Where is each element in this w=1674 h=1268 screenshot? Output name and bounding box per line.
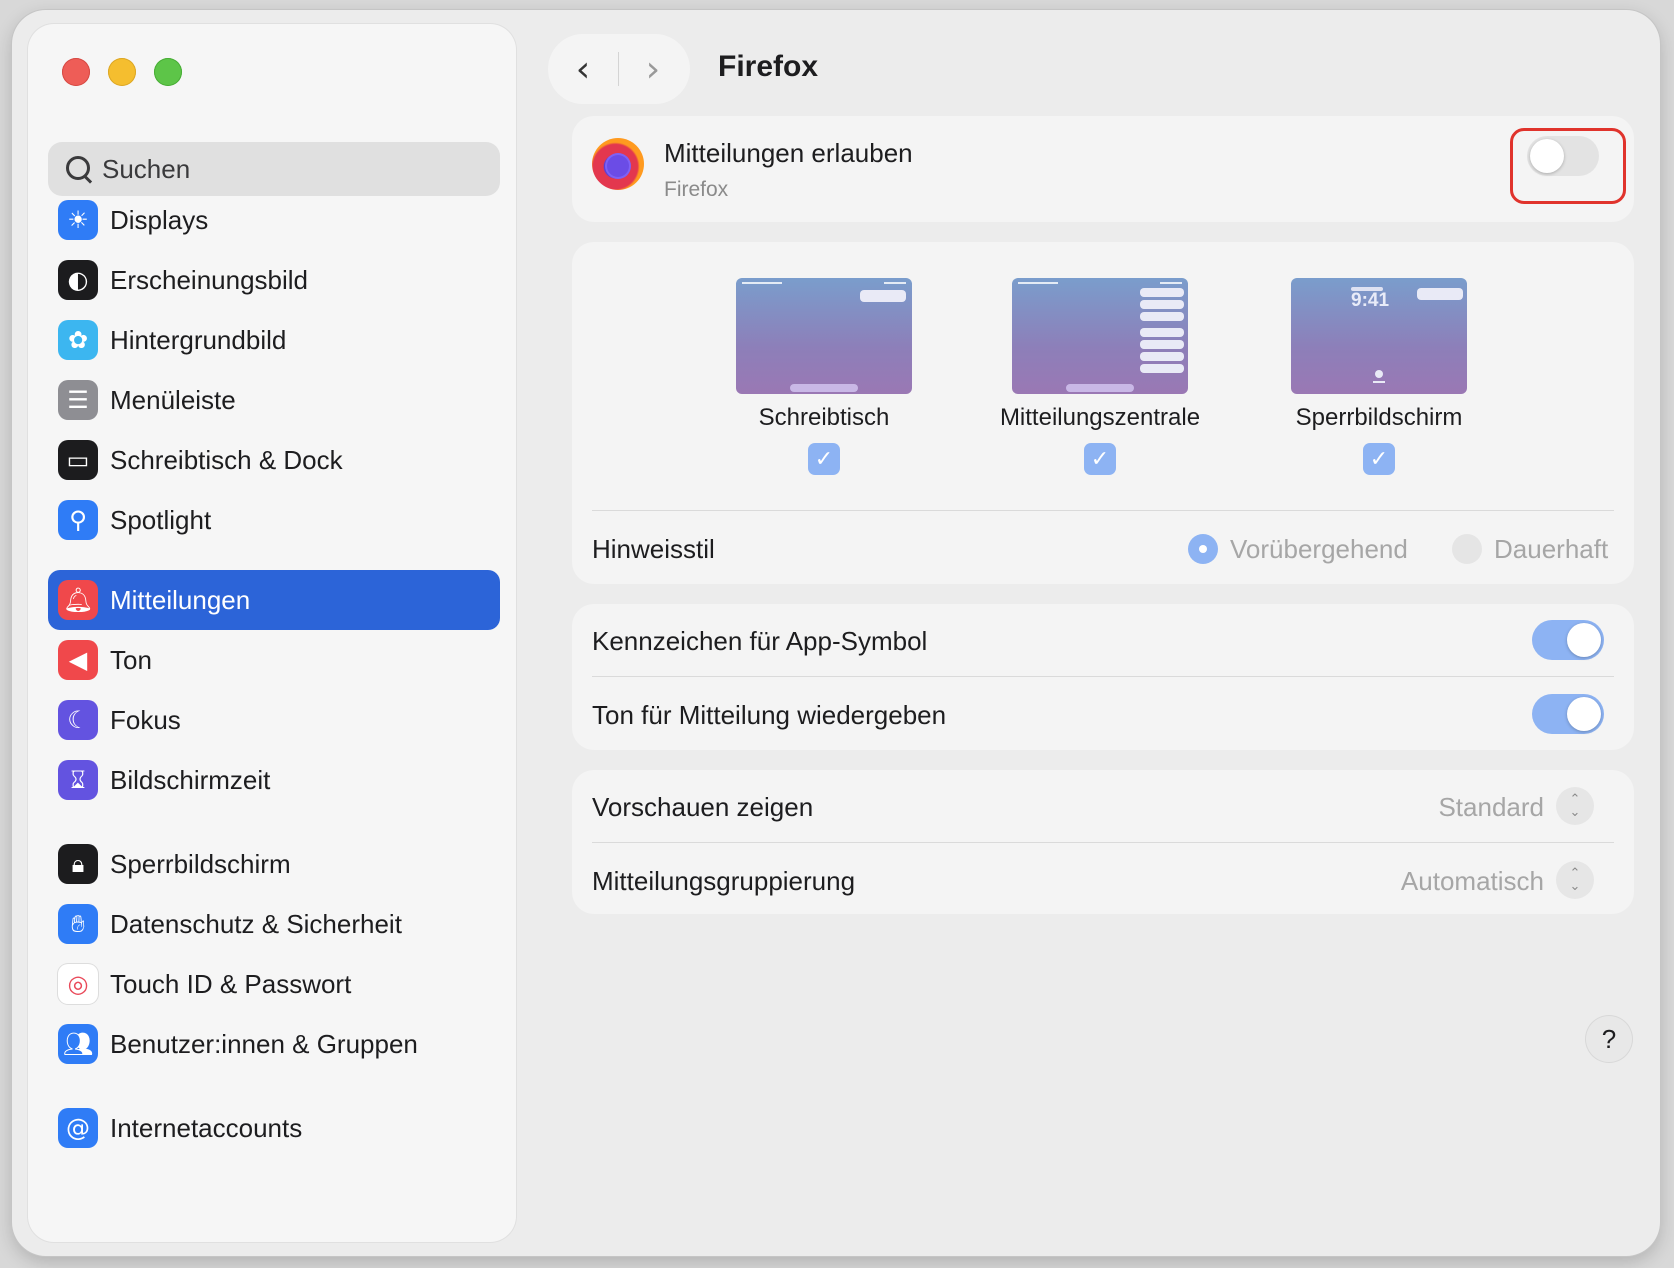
sidebar-item-label: Sperrbildschirm bbox=[110, 848, 291, 879]
sidebar-item-label: Schreibtisch & Dock bbox=[110, 444, 343, 475]
alert-style-temporary-label: Vorübergehend bbox=[1230, 534, 1408, 564]
sidebar-item-label: Touch ID & Passwort bbox=[110, 968, 352, 999]
sidebar-item-spotlight[interactable]: ⚲ Spotlight bbox=[48, 490, 500, 550]
allow-subtitle: Firefox bbox=[664, 178, 729, 201]
sidebar-item-menubar[interactable]: ☰ Menüleiste bbox=[48, 370, 500, 430]
at-icon: @ bbox=[58, 1108, 98, 1148]
lock-screen-checkbox[interactable]: ✓ bbox=[1363, 443, 1395, 475]
sidebar-item-focus[interactable]: ☾ Fokus bbox=[48, 690, 500, 750]
lock-icon: 🔒︎ bbox=[58, 844, 98, 884]
menubar-icon: ☰ bbox=[58, 380, 98, 420]
flower-icon: ✿ bbox=[58, 320, 98, 360]
forward-button[interactable]: › bbox=[618, 34, 688, 104]
lock-time: 9:41 bbox=[1351, 290, 1390, 311]
sidebar-item-internet-accounts[interactable]: @ Internetaccounts bbox=[48, 1098, 500, 1158]
sound-toggle[interactable] bbox=[1532, 694, 1604, 734]
grouping-stepper[interactable]: ⌃ ⌄ bbox=[1556, 861, 1594, 899]
show-previews-stepper[interactable]: ⌃ ⌄ bbox=[1556, 787, 1594, 825]
sidebar-item-label: Fokus bbox=[110, 704, 181, 735]
alert-style-persistent-label: Dauerhaft bbox=[1494, 534, 1609, 564]
sidebar-item-notifications[interactable]: 🔔︎ Mitteilungen bbox=[48, 570, 500, 630]
sidebar-item-label: Erscheinungsbild bbox=[110, 264, 309, 295]
sidebar-item-appearance[interactable]: ◐ Erscheinungsbild bbox=[48, 250, 500, 310]
minimize-window-button[interactable] bbox=[108, 58, 136, 86]
allow-title: Mitteilungen erlauben bbox=[664, 138, 913, 168]
sidebar-item-screen-time[interactable]: ⌛︎ Bildschirmzeit bbox=[48, 750, 500, 810]
magnifier-icon: ⚲ bbox=[58, 500, 98, 540]
help-button[interactable]: ? bbox=[1586, 1016, 1632, 1062]
sidebar: Suchen ☀ Displays ◐ Erscheinungsbild ✿ H… bbox=[28, 24, 516, 1242]
notification-center-label: Mitteilungszentrale bbox=[999, 404, 1201, 431]
show-previews-value[interactable]: Standard bbox=[1438, 792, 1544, 823]
desktop-checkbox[interactable]: ✓ bbox=[808, 443, 840, 475]
badge-sound-card: Kennzeichen für App-Symbol Ton für Mitte… bbox=[572, 604, 1634, 750]
grouping-value[interactable]: Automatisch bbox=[1401, 866, 1544, 897]
sidebar-item-sound[interactable]: ◀ Ton bbox=[48, 630, 500, 690]
hourglass-icon: ⌛︎ bbox=[58, 760, 98, 800]
fingerprint-icon: ◎ bbox=[58, 964, 98, 1004]
sidebar-item-label: Internetaccounts bbox=[110, 1112, 303, 1143]
alert-style-persistent-radio[interactable] bbox=[1452, 534, 1482, 564]
firefox-app-icon bbox=[592, 138, 644, 190]
search-field[interactable]: Suchen bbox=[48, 142, 500, 196]
sidebar-item-label: Hintergrundbild bbox=[110, 324, 287, 355]
search-placeholder: Suchen bbox=[102, 153, 191, 184]
notification-center-checkbox[interactable]: ✓ bbox=[1084, 443, 1116, 475]
sidebar-item-privacy[interactable]: ✋︎ Datenschutz & Sicherheit bbox=[48, 894, 500, 954]
sun-icon: ☀ bbox=[58, 200, 98, 240]
settings-window: Suchen ☀ Displays ◐ Erscheinungsbild ✿ H… bbox=[12, 10, 1660, 1256]
page-title: Firefox bbox=[718, 50, 819, 83]
highlight-box bbox=[1510, 128, 1626, 204]
close-window-button[interactable] bbox=[62, 58, 90, 86]
sidebar-item-lock-screen[interactable]: 🔒︎ Sperrbildschirm bbox=[48, 834, 500, 894]
badge-toggle[interactable] bbox=[1532, 620, 1604, 660]
divider bbox=[592, 842, 1614, 843]
sidebar-item-label: Displays bbox=[110, 204, 209, 235]
desktop-label: Schreibtisch bbox=[758, 404, 890, 431]
show-previews-label: Vorschauen zeigen bbox=[592, 792, 814, 822]
divider bbox=[592, 510, 1614, 511]
allow-notifications-card: Mitteilungen erlauben Firefox bbox=[572, 116, 1634, 222]
alert-style-label: Hinweisstil bbox=[592, 534, 715, 564]
grouping-label: Mitteilungsgruppierung bbox=[592, 866, 856, 896]
sidebar-item-label: Ton bbox=[110, 644, 152, 675]
alert-style-temporary-radio[interactable] bbox=[1188, 534, 1218, 564]
sidebar-item-users[interactable]: 👥︎ Benutzer:innen & Gruppen bbox=[48, 1014, 500, 1074]
sound-label: Ton für Mitteilung wiedergeben bbox=[592, 700, 947, 730]
search-icon bbox=[64, 154, 94, 184]
sidebar-item-label: Spotlight bbox=[110, 504, 212, 535]
bell-icon: 🔔︎ bbox=[58, 580, 98, 620]
sidebar-item-touch-id[interactable]: ◎ Touch ID & Passwort bbox=[48, 954, 500, 1014]
notification-style-card: Schreibtisch ✓ Mitteilungszentrale ✓ 9:4… bbox=[572, 242, 1634, 584]
sidebar-item-desktop-dock[interactable]: ▭ Schreibtisch & Dock bbox=[48, 430, 500, 490]
back-button[interactable]: ‹ bbox=[548, 34, 618, 104]
sidebar-item-label: Datenschutz & Sicherheit bbox=[110, 908, 402, 939]
moon-icon: ☾ bbox=[58, 700, 98, 740]
hand-icon: ✋︎ bbox=[58, 904, 98, 944]
dock-icon: ▭ bbox=[58, 440, 98, 480]
sidebar-item-displays[interactable]: ☀ Displays bbox=[48, 190, 500, 250]
sidebar-item-label: Menüleiste bbox=[110, 384, 236, 415]
preview-grouping-card: Vorschauen zeigen Standard ⌃ ⌄ Mitteilung… bbox=[572, 770, 1634, 914]
users-icon: 👥︎ bbox=[58, 1024, 98, 1064]
history-nav: ‹ › bbox=[548, 34, 690, 104]
badge-label: Kennzeichen für App-Symbol bbox=[592, 626, 928, 656]
desktop-preview bbox=[736, 278, 912, 394]
maximize-window-button[interactable] bbox=[154, 58, 182, 86]
sidebar-item-label: Bildschirmzeit bbox=[110, 764, 271, 795]
sidebar-item-label: Benutzer:innen & Gruppen bbox=[110, 1028, 418, 1059]
lock-screen-label: Sperrbildschirm bbox=[1295, 404, 1463, 431]
lock-screen-preview: 9:41 bbox=[1291, 278, 1467, 394]
sidebar-item-wallpaper[interactable]: ✿ Hintergrundbild bbox=[48, 310, 500, 370]
appearance-icon: ◐ bbox=[58, 260, 98, 300]
sidebar-item-label: Mitteilungen bbox=[110, 584, 251, 615]
speaker-icon: ◀ bbox=[58, 640, 98, 680]
notification-center-preview bbox=[1012, 278, 1188, 394]
divider bbox=[592, 676, 1614, 677]
